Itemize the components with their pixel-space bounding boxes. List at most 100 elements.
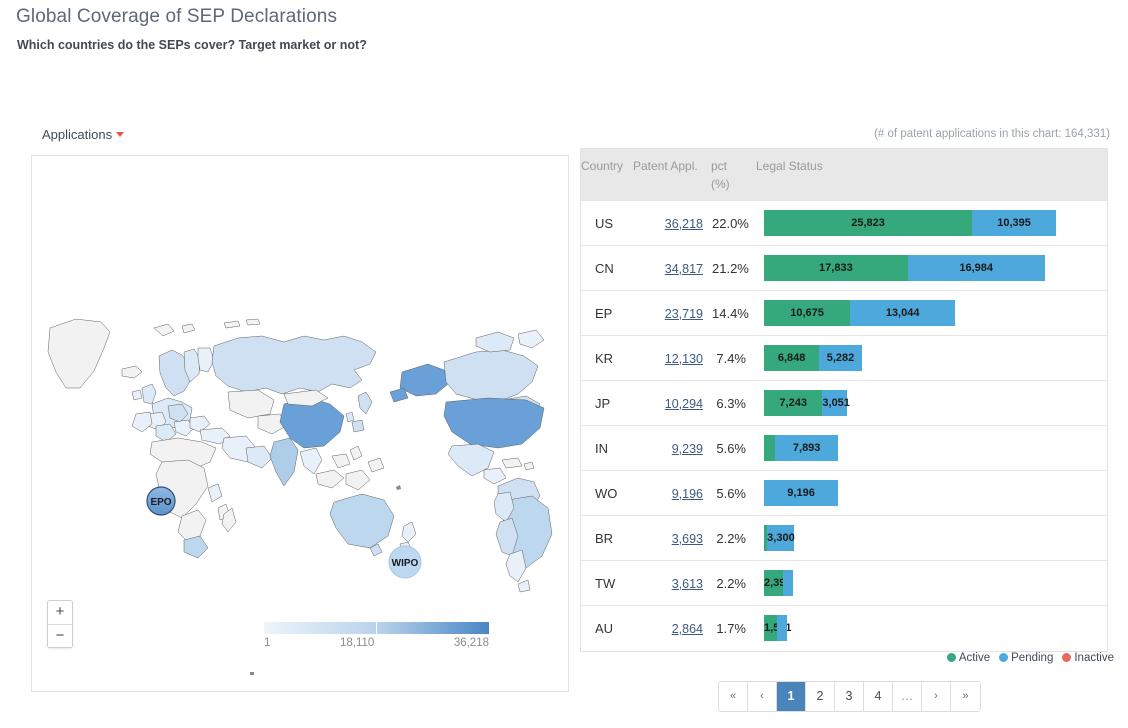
bar-segment-pending[interactable]: 9,196 [764,480,839,506]
map-zoom-controls[interactable]: + − [47,600,73,648]
page-button-3[interactable]: 3 [835,682,864,711]
page-next-button[interactable]: › [922,682,951,711]
pagination[interactable]: «‹ 1 2 3 4… ›» [718,681,981,712]
stacked-bar: 9,196 [764,480,1101,506]
cell-patent-appl: 23,719 [633,290,711,336]
zoom-out-button[interactable]: − [48,624,72,647]
page-button-4[interactable]: 4 [864,682,893,711]
table-row: IN 9,239 5.6% 7,893 [581,425,1107,471]
cell-pct: 5.6% [711,470,756,516]
cell-legal-status: 2,396 [756,560,1107,606]
bar-segment-active[interactable]: 2,396 [764,570,792,596]
cell-patent-appl: 36,218 [633,200,711,246]
table-row: TW 3,613 2.2% 2,396 [581,560,1107,606]
patent-appl-link[interactable]: 9,239 [672,442,703,456]
bar-segment-active[interactable]: 25,823 [764,210,973,236]
patent-appl-link[interactable]: 3,693 [672,532,703,546]
world-map[interactable]: EPO WIPO [32,156,570,693]
patent-appl-link[interactable]: 12,130 [665,352,703,366]
bar-segment-active[interactable]: 7,243 [764,390,823,416]
status-legend: Active Pending Inactive [938,652,1114,664]
cell-legal-status: 3,300 [756,515,1107,561]
cell-pct: 2.2% [711,515,756,561]
cell-patent-appl: 34,817 [633,245,711,291]
map-marker-wipo: WIPO [388,545,422,579]
stacked-bar: 17,833 16,984 [764,255,1101,281]
zoom-in-button[interactable]: + [48,601,72,624]
cell-pct: 5.6% [711,425,756,471]
cell-legal-status: 1,551 [756,605,1107,651]
table-row: AU 2,864 1.7% 1,551 [581,605,1107,651]
cell-legal-status: 9,196 [756,470,1107,516]
legend-label-active: Active [958,652,991,664]
legend-dot-pending [999,653,1009,662]
stacked-bar: 7,893 [764,435,1101,461]
bar-segment-active[interactable]: 10,675 [764,300,851,326]
cell-legal-status: 17,833 16,984 [756,245,1107,291]
map-marker-epo: EPO [146,486,176,516]
sep-coverage-page: Global Coverage of SEP Declarations Whic… [0,0,1128,728]
bar-segment-pending[interactable] [776,615,788,642]
bar-segment-pending[interactable]: 10,395 [972,210,1056,236]
cell-legal-status: 7,243 3,051 [756,380,1107,426]
table-row: JP 10,294 6.3% 7,243 3,051 [581,380,1107,426]
bar-segment-active[interactable] [764,435,775,461]
bar-segment-pending[interactable]: 5,282 [819,345,862,371]
bar-segment-pending[interactable]: 16,984 [907,255,1045,281]
metric-dropdown[interactable]: Applications [42,127,125,142]
world-map-panel[interactable]: EPO WIPO + − 1 18,110 36,218 [31,155,569,692]
page-first-button[interactable]: « [719,682,748,711]
cell-patent-appl: 2,864 [633,605,711,651]
col-legal-status: Legal Status [756,149,1107,201]
legal-status-table: Country Patent Appl. pct (%) Legal Statu… [580,148,1108,652]
cell-pct: 14.4% [711,290,756,336]
cell-patent-appl: 10,294 [633,380,711,426]
page-button-2[interactable]: 2 [806,682,835,711]
cell-patent-appl: 3,693 [633,515,711,561]
chart-count-note: (# of patent applications in this chart:… [874,128,1110,140]
patent-appl-link[interactable]: 23,719 [665,307,703,321]
table-body: US 36,218 22.0% 25,823 10,395 CN 34,817 21.2% 17… [581,200,1107,651]
bar-segment-active[interactable]: 1,551 [764,615,792,642]
stacked-bar: 7,243 3,051 [764,390,1101,416]
col-pct-unit: (%) [711,177,730,191]
page-last-button[interactable]: » [951,682,980,711]
bar-segment-pending[interactable]: 7,893 [774,435,839,461]
patent-appl-link[interactable]: 3,613 [672,577,703,591]
cell-country: BR [581,515,633,561]
stacked-bar: 1,551 [764,615,1101,642]
table-header-row: Country Patent Appl. pct (%) Legal Statu… [581,149,1107,201]
bar-segment-pending[interactable]: 3,300 [767,525,795,551]
page-prev-button[interactable]: ‹ [748,682,777,711]
cell-patent-appl: 12,130 [633,335,711,381]
col-pct: pct (%) [711,149,756,201]
patent-appl-link[interactable]: 9,196 [672,487,703,501]
cell-legal-status: 25,823 10,395 [756,200,1107,246]
cell-country: WO [581,470,633,516]
bar-segment-pending[interactable]: 3,051 [822,390,850,416]
cell-country: AU [581,605,633,651]
page-button-1[interactable]: 1 [777,682,806,711]
patent-appl-link[interactable]: 10,294 [665,397,703,411]
cell-country: JP [581,380,633,426]
cell-legal-status: 7,893 [756,425,1107,471]
bar-segment-pending[interactable] [783,570,794,596]
patent-appl-link[interactable]: 2,864 [672,622,703,636]
page-subtitle: Which countries do the SEPs cover? Targe… [17,38,367,52]
table-row: BR 3,693 2.2% 3,300 [581,515,1107,561]
legend-dot-active [946,653,956,662]
patent-appl-link[interactable]: 34,817 [665,262,703,276]
metric-dropdown-label: Applications [42,127,113,142]
map-legend-gradient [264,622,489,634]
stacked-bar: 6,848 5,282 [764,345,1101,371]
cell-pct: 22.0% [711,200,756,246]
table-row: KR 12,130 7.4% 6,848 5,282 [581,335,1107,381]
patent-appl-link[interactable]: 36,218 [665,217,703,231]
table-row: CN 34,817 21.2% 17,833 16,984 [581,245,1107,291]
bar-segment-active[interactable]: 17,833 [764,255,908,281]
stacked-bar: 2,396 [764,570,1101,596]
bar-segment-active[interactable]: 6,848 [764,345,820,371]
bar-segment-pending[interactable]: 13,044 [850,300,956,326]
svg-text:EPO: EPO [150,497,171,508]
cell-pct: 7.4% [711,335,756,381]
